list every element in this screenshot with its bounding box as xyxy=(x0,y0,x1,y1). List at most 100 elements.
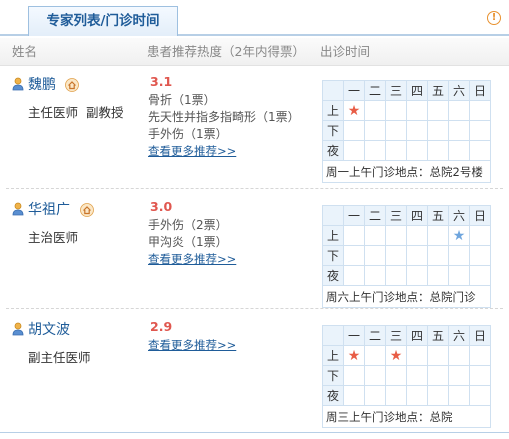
doctor-title: 副主任医师 xyxy=(28,350,91,365)
weekday-header: 四 xyxy=(406,80,428,101)
schedule-cell xyxy=(469,120,491,141)
more-recommendations-link[interactable]: 查看更多推荐>> xyxy=(148,251,236,267)
column-popularity-header: 患者推荐热度（2年内得票） xyxy=(147,44,305,59)
schedule-cell xyxy=(469,265,491,286)
schedule-cell xyxy=(343,265,365,286)
weekday-header: 三 xyxy=(385,80,407,101)
schedule-cell xyxy=(385,265,407,286)
clinic-star-icon[interactable]: ★ xyxy=(453,228,466,244)
schedule-cell xyxy=(343,225,365,246)
period-label: 下 xyxy=(322,245,344,266)
schedule-cell xyxy=(427,245,449,266)
doctor-title: 主任医师 副教授 xyxy=(28,105,124,120)
schedule-cell xyxy=(406,365,428,386)
recommendation-item: 手外伤（1票） xyxy=(148,127,228,141)
weekday-header: 一 xyxy=(343,325,365,346)
schedule-corner xyxy=(322,80,344,101)
home-icon[interactable] xyxy=(65,78,79,92)
schedule-cell xyxy=(469,100,491,121)
weekday-header: 三 xyxy=(385,205,407,226)
person-icon xyxy=(12,322,24,336)
recommendation-item: 骨折（1票） xyxy=(148,93,216,107)
popularity-score: 2.9 xyxy=(150,319,173,334)
schedule-cell: ★ xyxy=(385,345,407,366)
period-label: 夜 xyxy=(322,265,344,286)
doctor-name-link[interactable]: 胡文波 xyxy=(28,319,70,339)
schedule-cell xyxy=(385,140,407,161)
schedule-cell xyxy=(406,385,428,406)
weekday-header: 五 xyxy=(427,80,449,101)
period-label: 上 xyxy=(322,100,344,121)
schedule-cell xyxy=(343,385,365,406)
schedule-cell xyxy=(406,345,428,366)
weekday-header: 三 xyxy=(385,325,407,346)
schedule-cell xyxy=(406,120,428,141)
person-icon xyxy=(12,202,24,216)
schedule-cell: ★ xyxy=(343,100,365,121)
home-icon[interactable] xyxy=(80,203,94,217)
clinic-star-icon[interactable]: ★ xyxy=(348,348,361,364)
more-recommendations-link[interactable]: 查看更多推荐>> xyxy=(148,143,236,159)
schedule-cell xyxy=(448,365,470,386)
weekday-header: 二 xyxy=(364,80,386,101)
weekday-header: 日 xyxy=(469,205,491,226)
column-schedule-header: 出诊时间 xyxy=(320,44,371,59)
schedule-cell xyxy=(385,365,407,386)
schedule-cell xyxy=(448,245,470,266)
clinic-star-icon[interactable]: ★ xyxy=(348,103,361,119)
period-label: 夜 xyxy=(322,140,344,161)
row-separator xyxy=(6,188,503,189)
schedule-cell xyxy=(406,225,428,246)
schedule-cell xyxy=(427,120,449,141)
weekday-header: 四 xyxy=(406,205,428,226)
recommendation-item: 先天性并指多指畸形（1票） xyxy=(148,110,300,124)
schedule-cell xyxy=(364,345,386,366)
info-icon[interactable]: ! xyxy=(487,11,501,25)
recommendation-item: 甲沟炎（1票） xyxy=(148,235,228,249)
doctor-name-link[interactable]: 华祖广 xyxy=(28,199,70,219)
column-name-header: 姓名 xyxy=(12,44,38,59)
weekday-header: 四 xyxy=(406,325,428,346)
schedule-cell xyxy=(406,265,428,286)
more-recommendations-link[interactable]: 查看更多推荐>> xyxy=(148,337,236,353)
weekday-header: 一 xyxy=(343,205,365,226)
weekday-header: 日 xyxy=(469,80,491,101)
weekday-header: 二 xyxy=(364,325,386,346)
schedule-cell xyxy=(448,345,470,366)
schedule-cell: ★ xyxy=(448,225,470,246)
clinic-location: 周六上午门诊地点：总院门诊 xyxy=(322,285,491,308)
weekday-header: 六 xyxy=(448,325,470,346)
period-label: 下 xyxy=(322,120,344,141)
popularity-score: 3.0 xyxy=(150,199,173,214)
schedule-cell xyxy=(448,265,470,286)
schedule-cell xyxy=(364,120,386,141)
schedule-cell xyxy=(427,385,449,406)
person-icon xyxy=(12,77,24,91)
weekday-header: 五 xyxy=(427,325,449,346)
schedule-cell xyxy=(364,245,386,266)
weekday-header: 日 xyxy=(469,325,491,346)
recommendation-item: 手外伤（2票） xyxy=(148,218,228,232)
schedule-cell xyxy=(385,245,407,266)
column-header: 姓名 患者推荐热度（2年内得票） 出诊时间 xyxy=(0,38,509,66)
schedule-corner xyxy=(322,325,344,346)
weekday-header: 二 xyxy=(364,205,386,226)
tab-bar: 专家列表/门诊时间 ! xyxy=(0,0,509,36)
schedule-cell xyxy=(469,140,491,161)
schedule-cell xyxy=(343,365,365,386)
tab-expert-list[interactable]: 专家列表/门诊时间 xyxy=(28,6,178,36)
schedule-cell xyxy=(448,120,470,141)
weekday-header: 五 xyxy=(427,205,449,226)
schedule-corner xyxy=(322,205,344,226)
schedule-cell xyxy=(469,385,491,406)
schedule-cell xyxy=(469,345,491,366)
clinic-location: 周三上午门诊地点：总院 xyxy=(322,405,491,428)
schedule-cell xyxy=(343,120,365,141)
schedule-cell xyxy=(343,140,365,161)
clinic-star-icon[interactable]: ★ xyxy=(390,348,403,364)
schedule-cell xyxy=(343,245,365,266)
doctor-name-link[interactable]: 魏鹏 xyxy=(28,74,56,94)
period-label: 上 xyxy=(322,345,344,366)
schedule-cell xyxy=(427,225,449,246)
schedule-cell xyxy=(364,100,386,121)
